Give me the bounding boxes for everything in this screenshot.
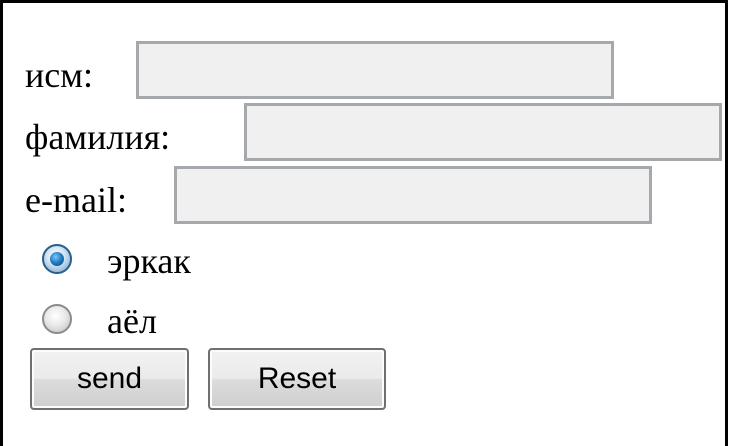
first-name-input[interactable] (136, 41, 614, 99)
gender-male-radio[interactable] (42, 244, 72, 274)
first-name-label: исм: (25, 55, 94, 95)
email-label: e-mail: (25, 180, 127, 220)
last-name-label: фамилия: (25, 117, 171, 157)
gender-female-radio[interactable] (42, 304, 72, 334)
last-name-input[interactable] (244, 103, 722, 161)
form-frame: исм: фамилия: e-mail: эркак аёл send Res… (0, 0, 728, 446)
radio-selected-dot-icon (50, 252, 64, 266)
gender-female-label: аёл (107, 301, 157, 341)
reset-button[interactable]: Reset (208, 348, 386, 410)
gender-male-label: эркак (107, 241, 191, 281)
email-input[interactable] (174, 166, 652, 224)
send-button[interactable]: send (30, 348, 189, 410)
